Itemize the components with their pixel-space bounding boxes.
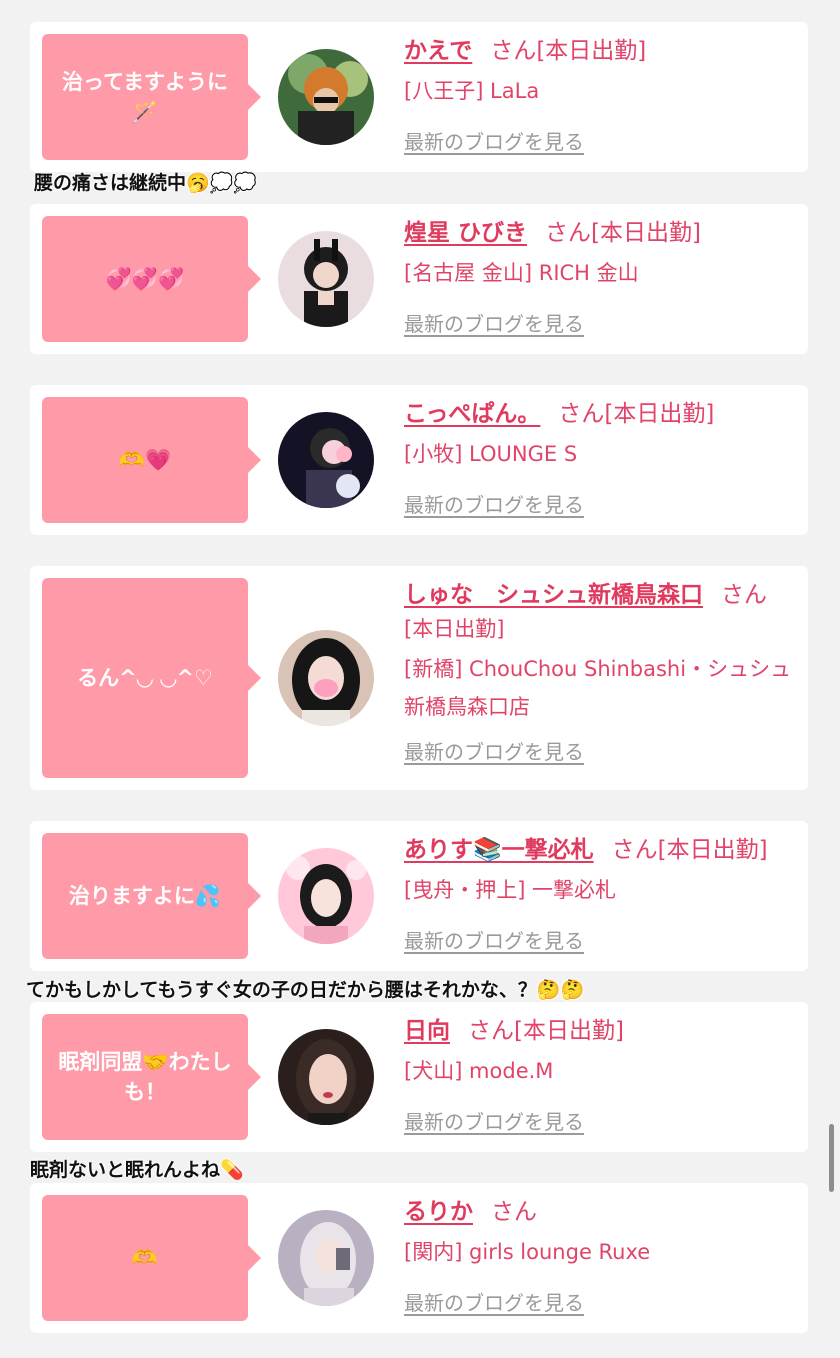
shop-info: [八王子] LaLa: [404, 79, 540, 103]
shop-info: [新橋] ChouChou Shinbashi・シュシュ新橋鳥森口店: [404, 657, 792, 719]
blog-link[interactable]: 最新のブログを見る: [404, 1106, 584, 1135]
overlay-comment: 眠剤ないと眠れんよね💊: [30, 1159, 244, 1181]
girl-card[interactable]: 治ってますように🪄 かえで さん[本日出勤] [八王子] LaLa 最新のブログを…: [30, 22, 808, 172]
bubble-text: るん^◡ ◡^♡: [77, 665, 213, 690]
blog-link[interactable]: 最新のブログを見る: [404, 925, 584, 954]
blog-link[interactable]: 最新のブログを見る: [404, 308, 584, 337]
girl-card[interactable]: 🫶 るりか さん [関内] girls lounge Ruxe 最新のブログを見る: [30, 1183, 808, 1333]
status-label: [本日出勤]: [514, 1018, 624, 1044]
status-label: [本日出勤]: [604, 401, 715, 427]
card-info: しゅな シュシュ新橋鳥森口 さん [本日出勤] [新橋] ChouChou Shin…: [404, 578, 794, 765]
girl-name-link[interactable]: ありす📚一撃必札: [404, 837, 594, 863]
card-info: 煌星 ひびき さん[本日出勤] [名古屋 金山] RICH 金山 最新のブログを見…: [404, 216, 794, 337]
blog-link[interactable]: 最新のブログを見る: [404, 736, 584, 765]
girl-name-link[interactable]: かえで: [404, 38, 472, 64]
bubble-text: 眠剤同盟🤝わたしも！: [58, 1049, 232, 1104]
overlay-comment: てかもしかしてもうすぐ女の子の日だから腰はそれかな、？🤔🤔: [26, 979, 585, 1001]
blog-link[interactable]: 最新のブログを見る: [404, 126, 584, 155]
avatar[interactable]: [278, 630, 374, 726]
shop-info: [小牧] LOUNGE S: [404, 442, 578, 466]
card-info: かえで さん[本日出勤] [八王子] LaLa 最新のブログを見る: [404, 34, 794, 155]
message-bubble: 治ってますように🪄: [42, 34, 261, 160]
status-label: [本日出勤]: [591, 220, 701, 246]
san-label: さん: [558, 401, 605, 427]
san-label: さん: [721, 582, 767, 608]
girl-card[interactable]: 眠剤同盟🤝わたしも！ 日向 さん[本日出勤] [犬山] mode.M 最新のブログ…: [30, 1002, 808, 1152]
blog-link[interactable]: 最新のブログを見る: [404, 489, 584, 518]
card-info: 日向 さん[本日出勤] [犬山] mode.M 最新のブログを見る: [404, 1014, 794, 1135]
blog-link[interactable]: 最新のブログを見る: [404, 1287, 584, 1316]
card-info: ありす📚一撃必札 さん[本日出勤] [曳舟・押上] 一撃必札 最新のブログを見る: [404, 833, 794, 954]
bubble-text: 🫶: [131, 1245, 159, 1270]
girl-name-link[interactable]: しゅな シュシュ新橋鳥森口: [404, 582, 703, 608]
message-bubble: 🫶💗: [42, 397, 261, 523]
avatar[interactable]: [278, 231, 374, 327]
status-label: [本日出勤]: [536, 38, 647, 64]
girl-card[interactable]: 💞💞💞 煌星 ひびき さん[本日出勤] [名古屋 金山] RICH 金山 最新のブ…: [30, 204, 808, 354]
bubble-text: 治りますよに💦: [68, 883, 222, 908]
shop-info: [関内] girls lounge Ruxe: [404, 1240, 651, 1264]
avatar[interactable]: [278, 1210, 374, 1306]
card-info: るりか さん [関内] girls lounge Ruxe 最新のブログを見る: [404, 1195, 794, 1316]
girl-name-link[interactable]: るりか: [404, 1199, 473, 1225]
girl-card[interactable]: 🫶💗 こっぺぱん。 さん[本日出勤] [小牧] LOUNGE S 最新のブログを見…: [30, 385, 808, 535]
bubble-text: 治ってますように🪄: [62, 69, 228, 124]
message-bubble: るん^◡ ◡^♡: [42, 578, 261, 778]
san-label: さん: [611, 837, 658, 863]
san-label: さん: [490, 38, 537, 64]
message-bubble: 🫶: [42, 1195, 261, 1321]
bubble-text: 🫶💗: [118, 447, 172, 472]
bubble-text: 💞💞💞: [105, 266, 185, 291]
shop-info: [犬山] mode.M: [404, 1059, 554, 1083]
girl-card[interactable]: るん^◡ ◡^♡ しゅな シュシュ新橋鳥森口 さん [本日出勤] [新橋] Chou…: [30, 566, 808, 790]
scrollbar[interactable]: [829, 1124, 834, 1192]
san-label: さん: [491, 1199, 537, 1225]
avatar[interactable]: [278, 49, 374, 145]
message-bubble: 眠剤同盟🤝わたしも！: [42, 1014, 261, 1140]
girl-name-link[interactable]: 煌星 ひびき: [404, 220, 527, 246]
avatar[interactable]: [278, 1029, 374, 1125]
shop-info: [名古屋 金山] RICH 金山: [404, 261, 639, 285]
girl-card[interactable]: 治りますよに💦 ありす📚一撃必札 さん[本日出勤] [曳舟・押上] 一撃必札 最新…: [30, 821, 808, 971]
status-label: [本日出勤]: [404, 617, 505, 641]
girl-name-link[interactable]: 日向: [404, 1018, 450, 1044]
avatar[interactable]: [278, 848, 374, 944]
card-info: こっぺぱん。 さん[本日出勤] [小牧] LOUNGE S 最新のブログを見る: [404, 397, 794, 518]
avatar[interactable]: [278, 412, 374, 508]
status-label: [本日出勤]: [657, 837, 768, 863]
message-bubble: 治りますよに💦: [42, 833, 261, 959]
san-label: さん: [468, 1018, 514, 1044]
san-label: さん: [545, 220, 592, 246]
girl-name-link[interactable]: こっぺぱん。: [404, 401, 540, 427]
overlay-comment: 腰の痛さは継続中🥱💭💭: [34, 172, 257, 194]
shop-info: [曳舟・押上] 一撃必札: [404, 878, 617, 902]
message-bubble: 💞💞💞: [42, 216, 261, 342]
